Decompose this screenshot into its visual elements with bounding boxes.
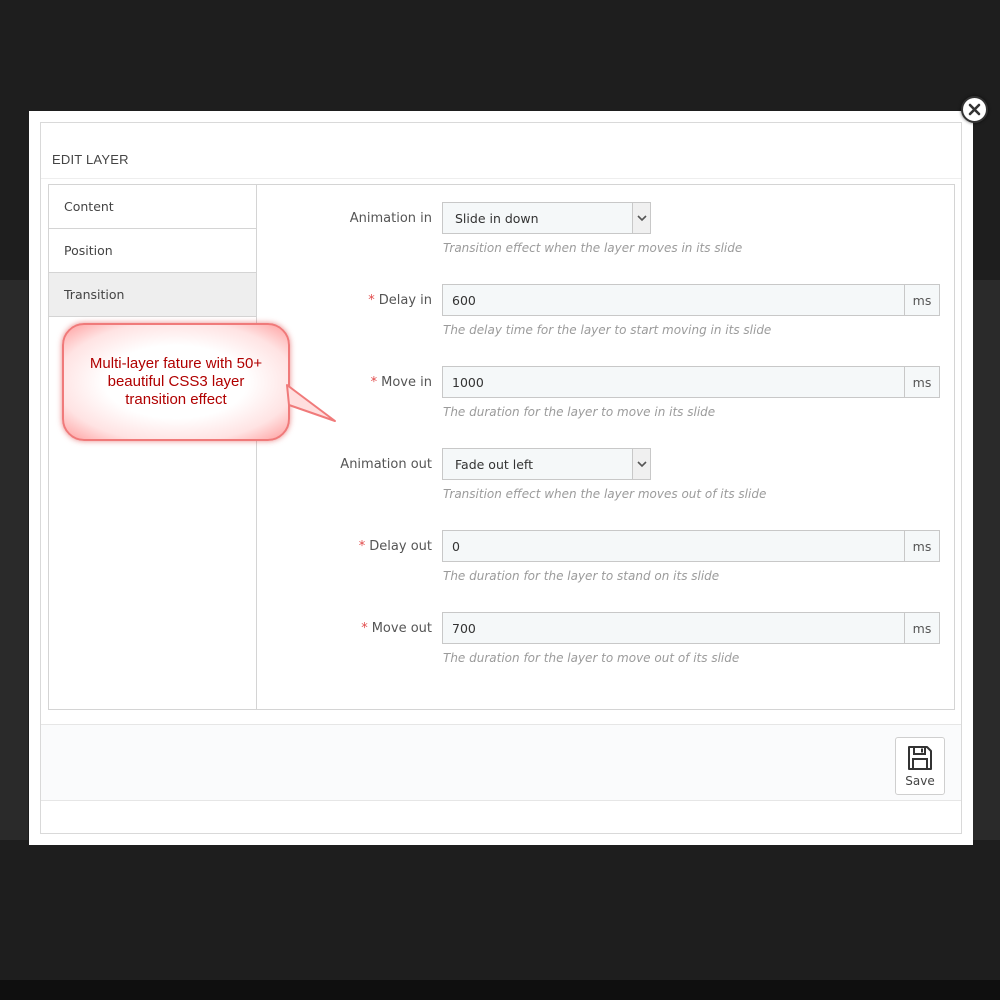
save-label: Save (905, 774, 935, 788)
transition-form: Animation in Slide in down Transition ef… (257, 185, 954, 709)
move-out-label: * Move out (361, 621, 432, 636)
modal-footer: Save (41, 724, 961, 801)
animation-in-help: Transition effect when the layer moves i… (443, 241, 743, 255)
feature-callout: Multi-layer fature with 50+ beautiful CS… (62, 323, 290, 441)
delay-out-row: * Delay out 0 ms The duration for the lay… (257, 530, 954, 590)
move-out-input[interactable]: 700 (442, 612, 904, 644)
delay-in-unit: ms (904, 284, 940, 316)
settings-tabs: Content Position Transition (49, 185, 257, 709)
animation-in-row: Animation in Slide in down Transition ef… (257, 202, 954, 262)
delay-in-row: * Delay in 600 ms The delay time for the … (257, 284, 954, 344)
animation-out-value: Fade out left (455, 457, 533, 472)
delay-in-help: The delay time for the layer to start mo… (443, 323, 772, 337)
move-out-unit: ms (904, 612, 940, 644)
title-divider (41, 178, 961, 179)
move-out-row: * Move out 700 ms The duration for the la… (257, 612, 954, 672)
close-icon (968, 103, 981, 116)
animation-in-value: Slide in down (455, 211, 539, 226)
move-in-label: * Move in (370, 375, 432, 390)
move-in-help: The duration for the layer to move in it… (443, 405, 716, 419)
chevron-down-icon (632, 449, 650, 479)
delay-out-help: The duration for the layer to stand on i… (443, 569, 720, 583)
tab-content[interactable]: Content (49, 185, 256, 229)
animation-in-label: Animation in (349, 211, 432, 226)
tab-position[interactable]: Position (49, 229, 256, 273)
save-button[interactable]: Save (895, 737, 945, 795)
animation-out-label: Animation out (340, 457, 432, 472)
chevron-down-icon (632, 203, 650, 233)
move-in-unit: ms (904, 366, 940, 398)
edit-layer-modal: EDIT LAYER Content Position Transition M… (29, 111, 973, 845)
move-in-input[interactable]: 1000 (442, 366, 904, 398)
animation-out-row: Animation out Fade out left Transition e… (257, 448, 954, 508)
modal-title: EDIT LAYER (52, 152, 129, 167)
delay-out-input[interactable]: 0 (442, 530, 904, 562)
floppy-disk-icon (908, 746, 932, 770)
move-in-row: * Move in 1000 ms The duration for the la… (257, 366, 954, 426)
delay-in-label: * Delay in (368, 293, 432, 308)
move-out-help: The duration for the layer to move out o… (443, 651, 740, 665)
animation-out-select[interactable]: Fade out left (442, 448, 651, 480)
modal-content: EDIT LAYER Content Position Transition M… (40, 122, 962, 834)
animation-out-help: Transition effect when the layer moves o… (443, 487, 767, 501)
close-button[interactable] (961, 96, 988, 123)
tab-transition[interactable]: Transition (49, 273, 256, 317)
animation-in-select[interactable]: Slide in down (442, 202, 651, 234)
required-marker: * (370, 375, 378, 390)
required-marker: * (358, 539, 366, 554)
layer-settings-panel: Content Position Transition Multi-layer … (48, 184, 955, 710)
delay-out-label: * Delay out (358, 539, 432, 554)
background-bottom-bar (0, 980, 1000, 1000)
background-page (0, 280, 28, 840)
required-marker: * (361, 621, 368, 636)
background-page-right (972, 280, 1000, 840)
delay-in-input[interactable]: 600 (442, 284, 904, 316)
delay-out-unit: ms (904, 530, 940, 562)
callout-text: Multi-layer fature with 50+ beautiful CS… (89, 355, 263, 408)
required-marker: * (368, 293, 375, 308)
